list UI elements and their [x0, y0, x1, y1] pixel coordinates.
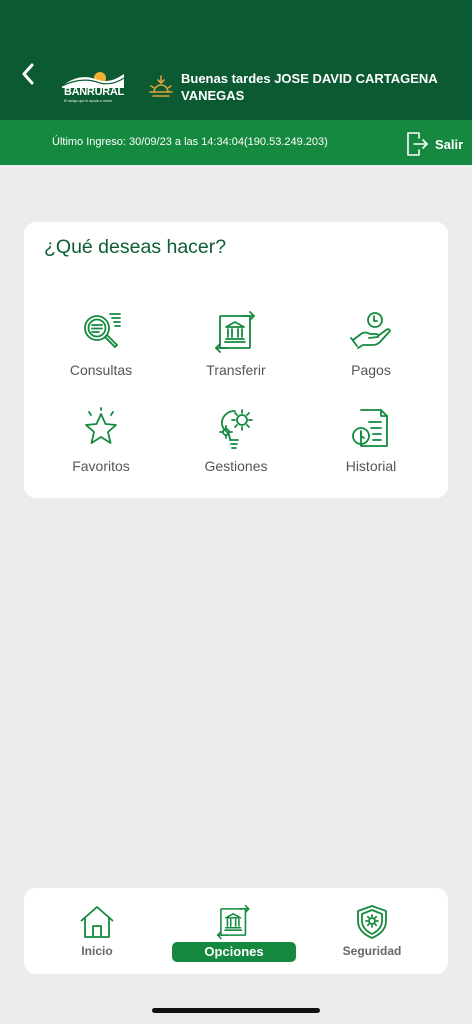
option-label: Historial [345, 458, 397, 474]
option-label: Consultas [69, 362, 133, 378]
nav-seguridad[interactable]: Seguridad [338, 904, 406, 966]
sun-hills-logo-icon [61, 72, 125, 88]
magnifier-document-icon [84, 313, 121, 349]
nav-label: Seguridad [342, 944, 402, 958]
nav-label: Inicio [81, 944, 113, 958]
option-label: Favoritos [72, 458, 130, 474]
back-button[interactable] [14, 60, 42, 88]
greeting-text: Buenas tardes JOSE DAVID CARTAGENA VANEG… [181, 71, 438, 103]
last-login-text: Último Ingreso: 30/09/23 a las 14:34:04(… [52, 136, 328, 148]
last-login-bar: Último Ingreso: 30/09/23 a las 14:34:04(… [0, 120, 472, 165]
options-card: ¿Qué deseas hacer? Consultas Transferir … [24, 222, 448, 498]
nav-inicio[interactable]: Inicio [66, 904, 128, 966]
document-clock-icon [352, 409, 388, 447]
bottom-navigation: Inicio Opciones Seguridad [24, 888, 448, 974]
home-icon [80, 906, 114, 938]
logout-icon [407, 132, 428, 156]
bank-transfer-icon [216, 904, 250, 940]
logout-label: Salir [435, 136, 464, 152]
home-indicator [152, 1008, 320, 1013]
hand-coin-icon [350, 312, 391, 349]
option-transferir[interactable]: Transferir [171, 310, 301, 390]
option-consultas[interactable]: Consultas [36, 310, 166, 390]
bank-transfer-icon [215, 311, 255, 353]
brand-slogan: El amigo que te ayuda a crecer [64, 99, 113, 103]
option-label: Gestiones [204, 458, 268, 474]
star-icon [85, 407, 117, 444]
lightbulb-gear-icon [219, 409, 253, 449]
option-gestiones[interactable]: Gestiones [171, 406, 301, 486]
option-label: Transferir [206, 362, 266, 378]
nav-label: Opciones [172, 942, 296, 962]
banrural-logo: BANRURAL El amigo que te ayuda a crecer [60, 66, 126, 106]
option-label: Pagos [351, 362, 391, 378]
option-historial[interactable]: Historial [306, 406, 436, 486]
shield-gear-icon [357, 905, 387, 939]
app-header: BANRURAL El amigo que te ayuda a crecer … [0, 0, 472, 120]
logout-button[interactable]: Salir [406, 130, 463, 158]
chevron-left-icon [22, 63, 34, 85]
nav-opciones[interactable]: Opciones [172, 904, 296, 966]
brand-name: BANRURAL [64, 86, 124, 98]
option-pagos[interactable]: Pagos [306, 310, 436, 390]
option-favoritos[interactable]: Favoritos [36, 406, 166, 486]
sunset-icon [149, 75, 173, 97]
card-title: ¿Qué deseas hacer? [44, 236, 227, 258]
